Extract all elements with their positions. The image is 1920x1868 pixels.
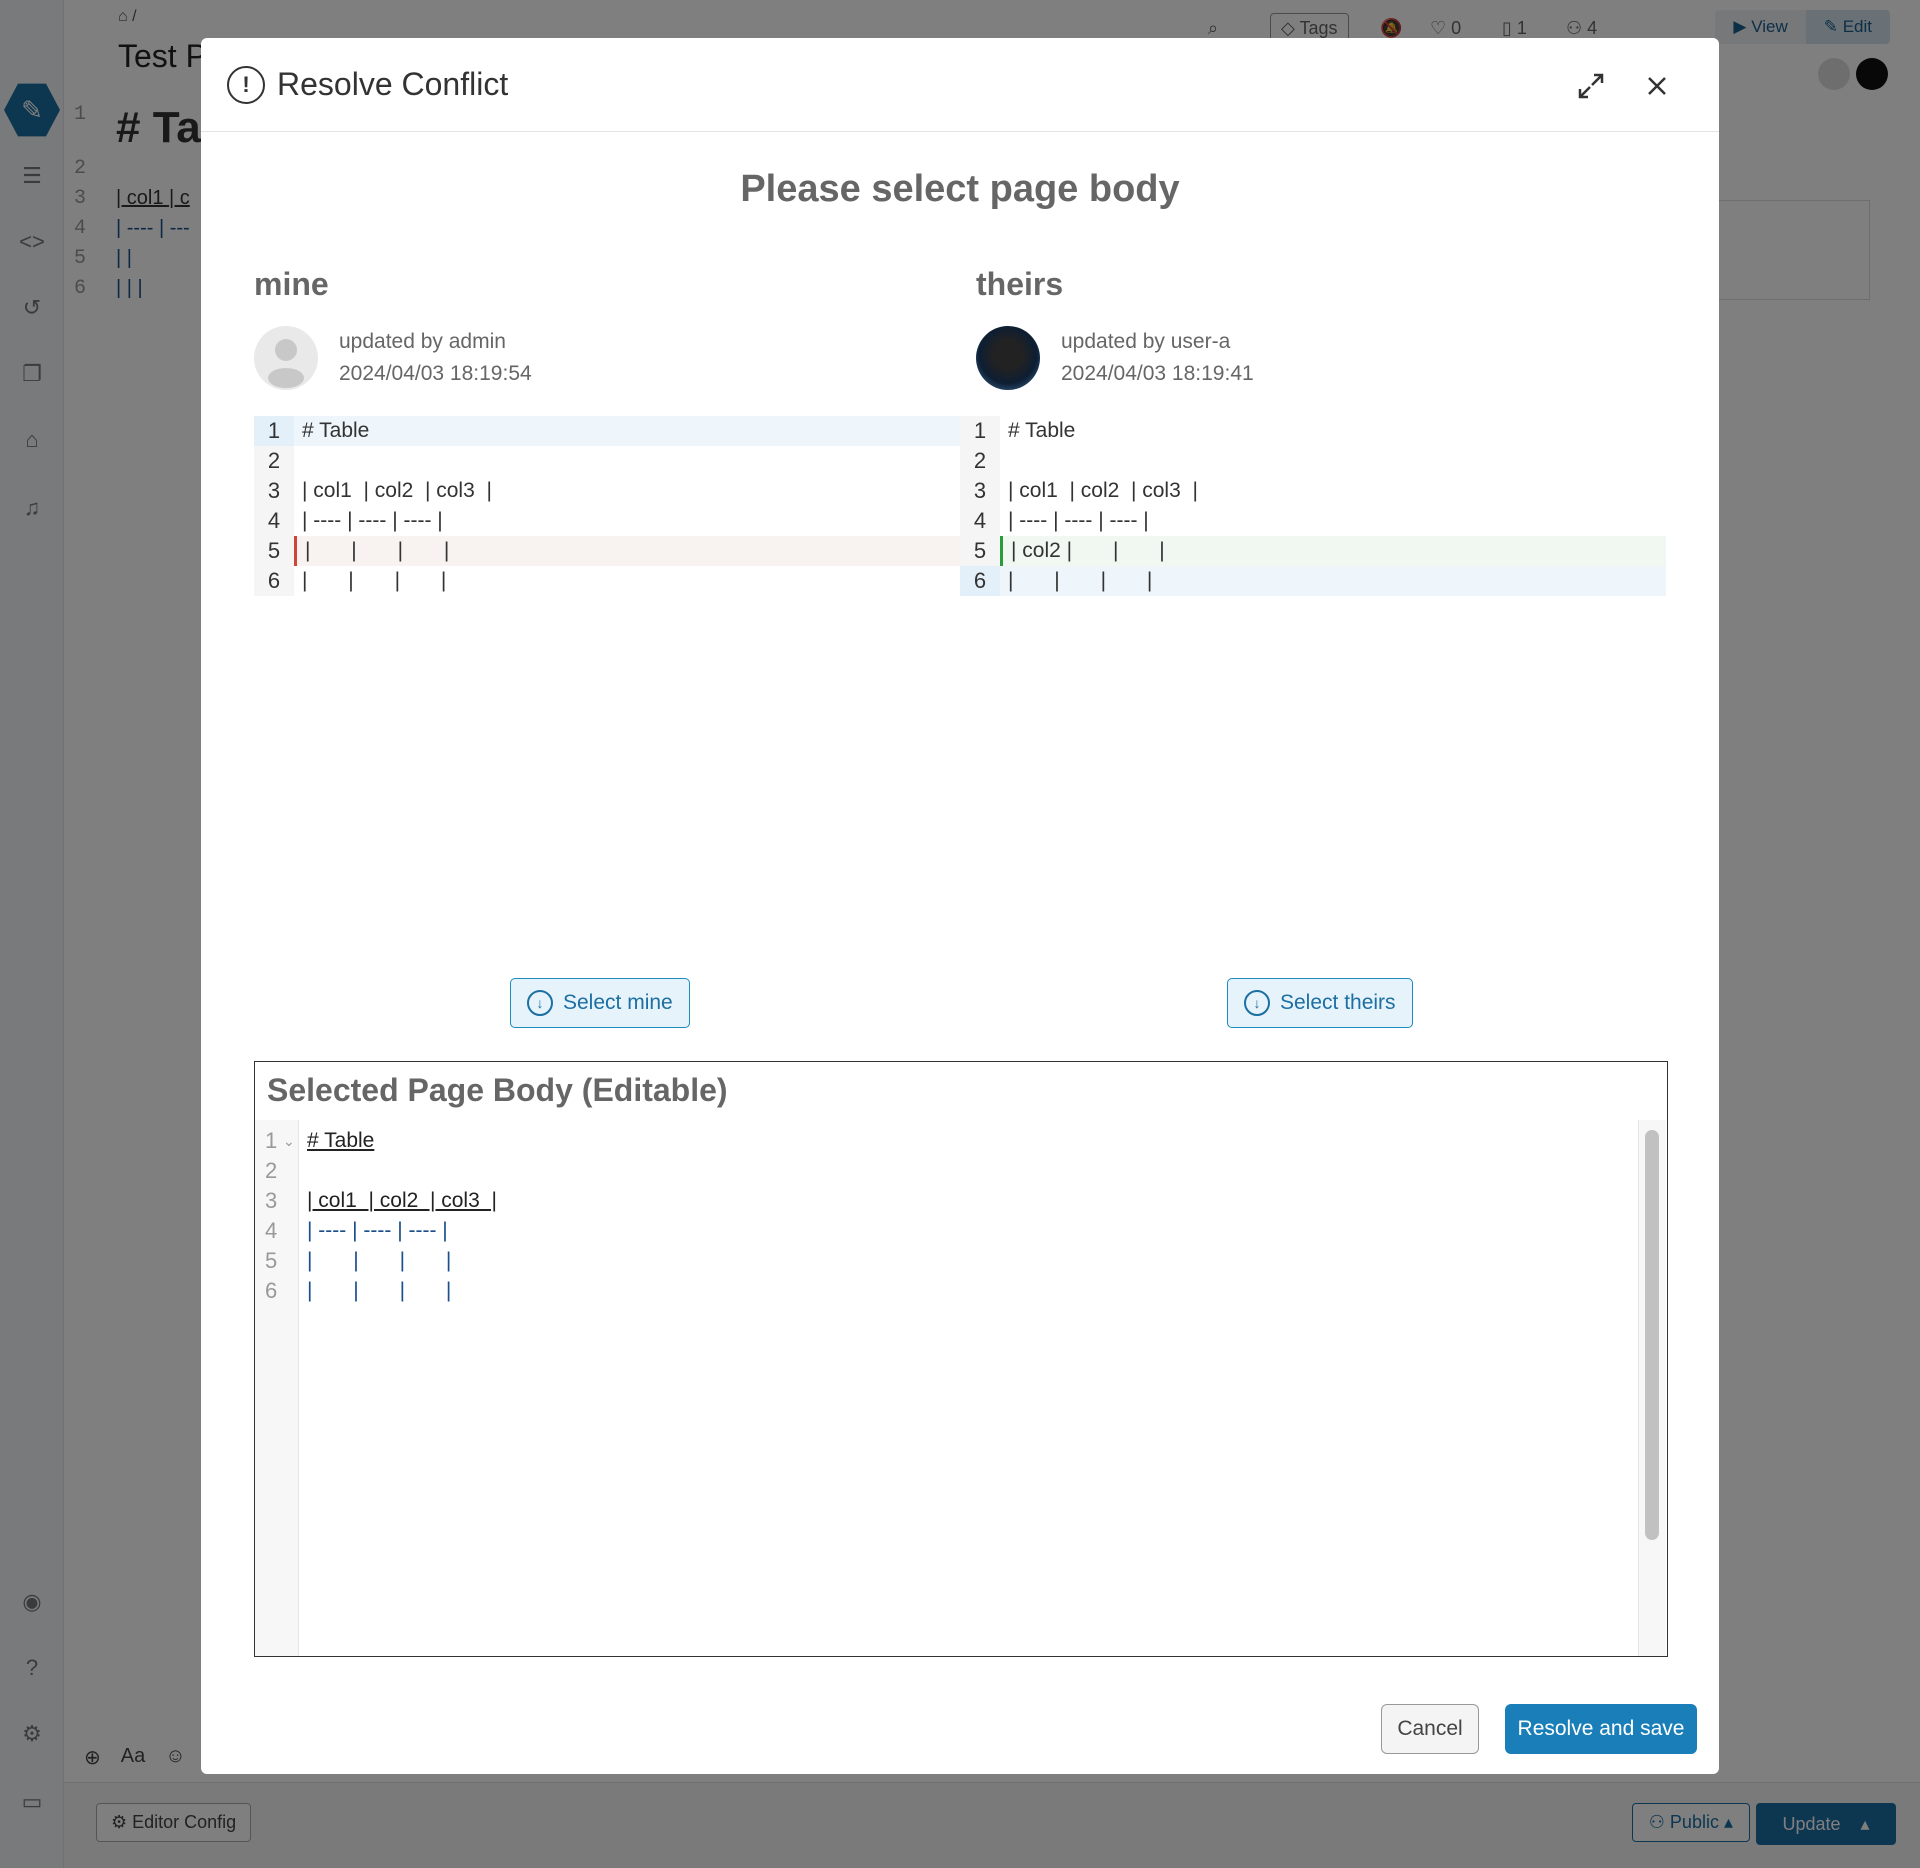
select-theirs-label: Select theirs — [1280, 991, 1396, 1014]
diff-line: 6 | | | | — [960, 566, 1666, 596]
mine-label: mine — [254, 266, 329, 302]
modal-header: ! Resolve Conflict — [201, 38, 1719, 132]
line-text: | col2 | | | — [1000, 536, 1666, 566]
avatar — [254, 326, 318, 390]
editor-line: 1 ⌄ # Table — [255, 1126, 1667, 1156]
selected-body-title: Selected Page Body (Editable) — [267, 1072, 728, 1108]
alert-circle-icon: ! — [227, 66, 265, 104]
editor-line: 6 | | | | — [255, 1276, 1667, 1306]
line-text: # Table — [307, 1129, 375, 1152]
line-text: | ---- | ---- | ---- | — [1008, 509, 1149, 532]
line-number: 6 — [254, 566, 294, 596]
line-number: 2 — [265, 1158, 278, 1183]
editor-line: 4 | ---- | ---- | ---- | — [255, 1216, 1667, 1246]
theirs-diff-pane: 1 # Table 2 3 | col1 | col2 | col3 | 4 | --… — [960, 416, 1666, 608]
diff-line: 2 — [960, 446, 1666, 476]
theirs-label: theirs — [976, 266, 1064, 302]
diff-line: 4 | ---- | ---- | ---- | — [960, 506, 1666, 536]
line-text: # Table — [294, 416, 960, 446]
scrollbar[interactable] — [1638, 1120, 1666, 1656]
select-mine-label: Select mine — [563, 991, 673, 1014]
line-number: 1 — [254, 416, 294, 446]
select-mine-button[interactable]: ↓ Select mine — [510, 978, 690, 1028]
diff-line-changed: 5 | col2 | | | — [960, 536, 1666, 566]
close-icon[interactable] — [1639, 68, 1675, 104]
line-text — [1000, 446, 1666, 476]
arrow-down-circle-icon: ↓ — [527, 990, 553, 1016]
diff-line: 4 | ---- | ---- | ---- | — [254, 506, 960, 536]
diff-line: 2 — [254, 446, 960, 476]
mine-diff-pane: 1 # Table 2 3 | col1 | col2 | col3 | 4 | --… — [254, 416, 960, 608]
line-text: | | | | — [307, 1279, 452, 1302]
line-number: 1 — [265, 1128, 278, 1153]
diff-line: 3 | col1 | col2 | col3 | — [960, 476, 1666, 506]
resolve-and-save-button[interactable]: Resolve and save — [1505, 1704, 1697, 1754]
resolve-conflict-modal: ! Resolve Conflict Please select page bo… — [201, 38, 1719, 1774]
selected-body-editor[interactable]: Selected Page Body (Editable) 1 ⌄ # Tabl… — [254, 1061, 1668, 1657]
line-number: 3 — [254, 476, 294, 506]
theirs-updated-at: 2024/04/03 18:19:41 — [1061, 362, 1254, 385]
diff-line: 1 # Table — [960, 416, 1666, 446]
line-text: # Table — [1008, 419, 1076, 442]
line-text: | col1 | col2 | col3 | — [1008, 479, 1198, 502]
fold-chevron-icon[interactable]: ⌄ — [283, 1133, 295, 1150]
line-number: 3 — [265, 1188, 278, 1213]
cancel-button[interactable]: Cancel — [1381, 1704, 1479, 1754]
line-number: 6 — [265, 1278, 278, 1303]
line-number: 1 — [960, 416, 1000, 446]
line-number: 5 — [960, 536, 1000, 566]
avatar — [976, 326, 1040, 390]
editor-line: 2 — [255, 1156, 1667, 1186]
line-text: | | | | — [294, 536, 960, 566]
line-number: 3 — [960, 476, 1000, 506]
line-text — [294, 446, 960, 476]
editor-line: 3 | col1 | col2 | col3 | — [255, 1186, 1667, 1216]
scrollbar-thumb[interactable] — [1645, 1130, 1659, 1540]
diff-line: 6 | | | | — [254, 566, 960, 596]
theirs-updated-by: updated by user-a — [1061, 330, 1231, 353]
expand-icon[interactable] — [1573, 68, 1609, 104]
line-text: | ---- | ---- | ---- | — [307, 1219, 448, 1242]
line-text: | col1 | col2 | col3 | — [302, 479, 492, 502]
line-number: 5 — [254, 536, 294, 566]
line-text: | col1 | col2 | col3 | — [307, 1189, 497, 1212]
line-text: | | | | — [302, 569, 447, 592]
line-number: 2 — [254, 446, 294, 476]
line-number: 4 — [960, 506, 1000, 536]
line-text: | | | | — [1000, 566, 1666, 596]
mine-updated-by: updated by admin — [339, 330, 506, 353]
select-heading: Please select page body — [740, 168, 1180, 210]
mine-updated-at: 2024/04/03 18:19:54 — [339, 362, 532, 385]
diff-line: 1 # Table — [254, 416, 960, 446]
line-number: 6 — [960, 566, 1000, 596]
select-theirs-button[interactable]: ↓ Select theirs — [1227, 978, 1413, 1028]
line-text: | | | | — [307, 1249, 452, 1272]
line-number: 4 — [254, 506, 294, 536]
line-text: | ---- | ---- | ---- | — [302, 509, 443, 532]
line-number: 4 — [265, 1218, 278, 1243]
modal-title: Resolve Conflict — [277, 66, 509, 102]
diff-line: 3 | col1 | col2 | col3 | — [254, 476, 960, 506]
line-number: 2 — [960, 446, 1000, 476]
arrow-down-circle-icon: ↓ — [1244, 990, 1270, 1016]
diff-line-changed: 5 | | | | — [254, 536, 960, 566]
editor-line: 5 | | | | — [255, 1246, 1667, 1276]
line-number: 5 — [265, 1248, 278, 1273]
